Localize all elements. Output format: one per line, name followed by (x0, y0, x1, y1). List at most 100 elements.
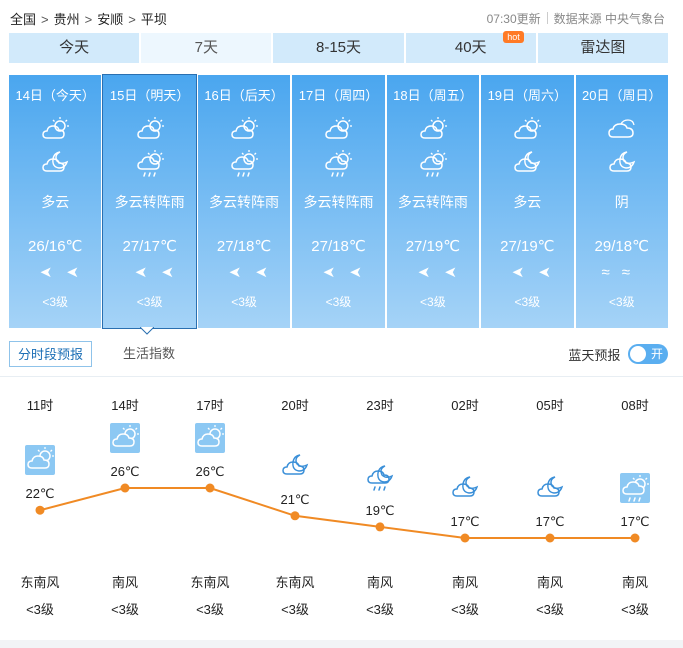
partly-cloudy-day-icon (323, 115, 353, 141)
hour-label: 14时 (111, 398, 139, 413)
tab-7-days[interactable]: 7天 (141, 33, 272, 63)
hour-wind-direction: 南风 (111, 575, 138, 590)
tab-40-days[interactable]: 40天 hot (405, 31, 536, 63)
cloudy-night-icon (280, 451, 310, 481)
partly-cloudy-night-icon (512, 148, 542, 178)
day-date: 14日（今天） (15, 88, 95, 103)
hour-wind-direction: 东南风 (190, 575, 230, 590)
day-date: 19日（周六） (487, 88, 568, 103)
day-temp-range: 29/18℃ (594, 238, 649, 255)
hourly-column: 17时 26℃ 东南风 <3级 (170, 377, 250, 638)
day-card[interactable]: 15日（明天） 多云转阵雨 27/17℃ ➤➤ <3级 (102, 74, 197, 329)
day-card[interactable]: 19日（周六） 多云 27/19℃ ➤➤ <3级 (481, 75, 574, 328)
breadcrumb-item-city[interactable]: 安顺 (97, 9, 123, 28)
wind-direction-icon: ➤➤ (403, 264, 457, 281)
partly-cloudy-day-icon (229, 115, 259, 141)
hour-wind-level: <3级 (111, 602, 139, 617)
hour-wind-level: <3级 (451, 602, 479, 617)
meta-divider (546, 12, 548, 24)
hourly-column: 05时 17℃ 南风 <3级 (510, 377, 590, 638)
partly-cloudy-day-icon (110, 423, 140, 453)
hourly-forecast: 11时 22℃ 东南风 <3级 14时 26℃ 南风 <3级 17时 26℃ 东南风 <3级 20时 21… (0, 377, 683, 638)
toggle-text: 开 (650, 347, 663, 361)
partly-cloudy-day-icon (512, 115, 542, 141)
day-temp-range: 27/18℃ (216, 238, 272, 255)
hour-wind-level: <3级 (26, 602, 54, 617)
shower-icon (418, 148, 448, 178)
shower-icon (229, 148, 259, 178)
hour-label: 17时 (196, 398, 224, 413)
breadcrumb-item-country[interactable]: 全国 (10, 9, 36, 28)
day-card[interactable]: 18日（周五） 多云转阵雨 27/19℃ ➤➤ <3级 (386, 75, 480, 328)
hour-temp-label: 19℃ (365, 502, 395, 518)
partly-cloudy-day-icon (195, 423, 225, 453)
toggle-knob (630, 346, 646, 362)
hour-label: 20时 (281, 398, 309, 413)
blue-sky-forecast: 蓝天预报 开 (568, 344, 668, 364)
partly-cloudy-day-icon (40, 115, 70, 141)
tab-8-15-days[interactable]: 8-15天 (273, 33, 404, 63)
day-temp-range: 27/18℃ (311, 238, 366, 255)
breadcrumb-item-province[interactable]: 贵州 (54, 9, 80, 28)
hour-label: 08时 (621, 398, 649, 413)
day-card[interactable]: 16日（后天） 多云转阵雨 27/18℃ ➤➤ <3级 (197, 75, 291, 328)
hour-temp-label: 22℃ (25, 486, 55, 502)
breadcrumb-separator: > (128, 12, 136, 27)
hour-label: 05时 (536, 398, 564, 413)
day-date: 20日（周日） (582, 88, 662, 103)
update-time: 07:30更新 (486, 12, 541, 26)
update-meta: 07:30更新 数据来源 中央气象台 (487, 10, 665, 27)
tab-today[interactable]: 今天 (9, 33, 140, 63)
wind-direction-icon: ➤➤ (120, 264, 174, 281)
data-source: 数据来源 中央气象台 (553, 12, 665, 26)
tab-label: 8-15天 (315, 39, 362, 56)
shower-icon (135, 148, 165, 178)
breadcrumb-separator: > (84, 12, 93, 27)
tab-hourly-forecast[interactable]: 分时段预报 (9, 341, 93, 367)
day-temp-range: 27/19℃ (500, 238, 555, 255)
hourly-column: 20时 21℃ 东南风 <3级 (255, 377, 335, 638)
tab-label: 7天 (194, 39, 218, 56)
day-date: 17日（周四） (298, 88, 379, 103)
tab-radar[interactable]: 雷达图 (537, 33, 669, 63)
day-card[interactable]: 20日（周日） 阴 29/18℃ ≈≈ <3级 (575, 75, 668, 328)
hourly-column: 23时 19℃ 南风 <3级 (340, 377, 420, 638)
day-temp-range: 27/19℃ (405, 238, 461, 255)
partly-cloudy-day-icon (418, 115, 448, 141)
wind-direction-icon: ➤➤ (26, 264, 80, 281)
hour-label: 11时 (26, 398, 54, 413)
day-card[interactable]: 14日（今天） 多云 26/16℃ ➤➤ <3级 (9, 75, 102, 328)
day-weather-desc: 多云转阵雨 (303, 194, 374, 210)
hour-wind-direction: 东南风 (20, 575, 60, 590)
shower-night-icon (365, 462, 395, 492)
top-bar: 全国 > 贵州 > 安顺 > 平坝 07:30更新 数据来源 中央气象台 (0, 0, 683, 32)
day-wind-level: <3级 (514, 295, 541, 309)
partly-cloudy-night-icon (40, 148, 70, 178)
tab-life-index[interactable]: 生活指数 (115, 341, 183, 367)
hour-temp-label: 17℃ (535, 514, 565, 529)
hour-temp-label: 17℃ (620, 514, 650, 529)
day-wind-level: <3级 (325, 295, 352, 309)
tab-label: 今天 (59, 39, 90, 56)
day-temp-range: 26/16℃ (28, 238, 83, 255)
wind-direction-icon: ➤➤ (214, 264, 269, 281)
blue-sky-toggle[interactable]: 开 (628, 344, 668, 364)
cloudy-night-icon (607, 148, 637, 178)
seven-day-forecast: 14日（今天） 多云 26/16℃ ➤➤ <3级 15日（明天） 多云转阵雨 27/17℃ ➤➤… (9, 74, 668, 329)
hour-wind-direction: 南风 (366, 575, 393, 590)
bottom-strip (0, 640, 683, 648)
hour-label: 02时 (451, 398, 479, 413)
day-card[interactable]: 17日（周四） 多云转阵雨 27/18℃ ➤➤ <3级 (292, 75, 385, 328)
hour-wind-direction: 东南风 (275, 575, 315, 590)
hour-wind-level: <3级 (196, 602, 224, 617)
wind-direction-icon: ➤➤ (498, 264, 552, 281)
hour-wind-direction: 南风 (451, 575, 478, 590)
day-weather-desc: 多云 (41, 194, 70, 210)
breadcrumb-item-county: 平坝 (140, 12, 167, 27)
hour-wind-level: <3级 (366, 602, 394, 617)
selected-day-pointer (140, 327, 154, 335)
hour-wind-level: <3级 (621, 602, 649, 617)
hour-temp-label: 26℃ (195, 464, 225, 479)
day-weather-desc: 多云 (513, 194, 542, 210)
day-weather-desc: 多云转阵雨 (397, 194, 468, 210)
